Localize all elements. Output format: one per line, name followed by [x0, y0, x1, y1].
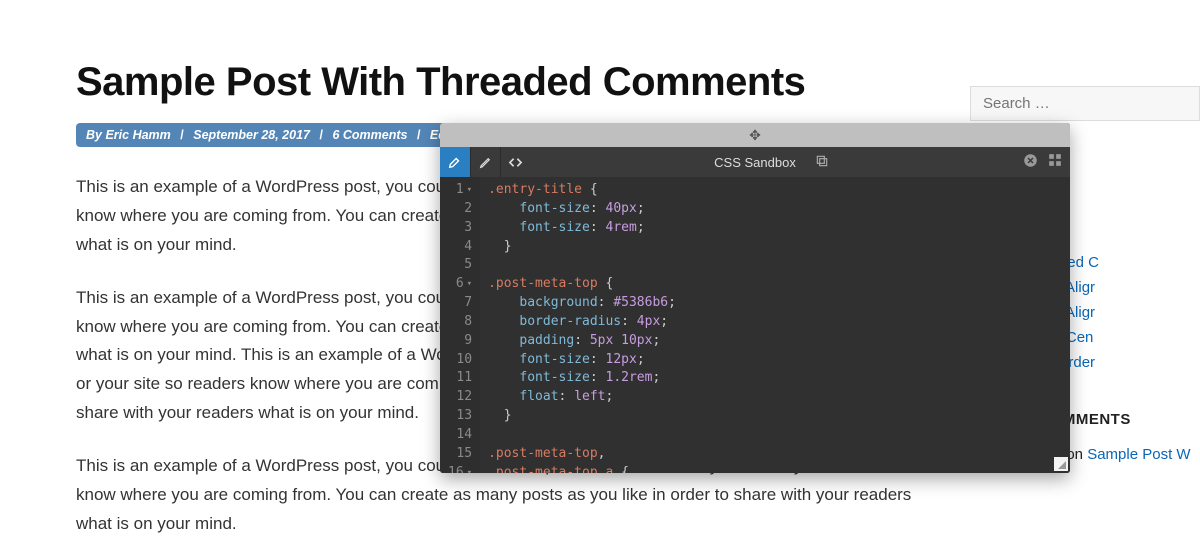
code-line[interactable]: .post-meta-top, — [488, 445, 1062, 464]
line-number: 13 — [448, 407, 472, 426]
line-number: 3 — [448, 219, 472, 238]
line-number: 6▾ — [448, 275, 472, 294]
code-line[interactable]: font-size: 1.2rem; — [488, 369, 1062, 388]
code-tool-button[interactable] — [500, 147, 530, 177]
pencil-icon — [479, 156, 492, 169]
pencil-tool-button[interactable] — [470, 147, 500, 177]
fold-icon[interactable]: ▾ — [467, 467, 472, 473]
meta-separator: / — [319, 128, 322, 142]
line-number: 2 — [448, 200, 472, 219]
post-title: Sample Post With Threaded Comments — [76, 60, 946, 105]
brush-tool-button[interactable] — [440, 147, 470, 177]
meta-separator: / — [180, 128, 183, 142]
code-line[interactable]: .post-meta-top a { — [488, 464, 1062, 473]
code-line[interactable]: .post-meta-top { — [488, 275, 1062, 294]
line-number: 10 — [448, 351, 472, 370]
code-editor[interactable]: 1▾23456▾78910111213141516▾1718 .entry-ti… — [440, 177, 1070, 473]
line-gutter: 1▾23456▾78910111213141516▾1718 — [440, 177, 480, 473]
code-line[interactable] — [488, 256, 1062, 275]
move-icon: ✥ — [749, 127, 761, 144]
line-number: 14 — [448, 426, 472, 445]
code-line[interactable]: } — [488, 238, 1062, 257]
code-area[interactable]: .entry-title { font-size: 40px; font-siz… — [480, 177, 1070, 473]
brush-icon — [448, 155, 462, 169]
line-number: 9 — [448, 332, 472, 351]
code-line[interactable]: background: #5386b6; — [488, 294, 1062, 313]
comment-post-link[interactable]: Sample Post W — [1087, 446, 1190, 463]
copy-icon[interactable] — [815, 154, 829, 171]
meta-author-link[interactable]: Eric Hamm — [105, 128, 170, 142]
line-number: 15 — [448, 445, 472, 464]
expand-icon[interactable] — [1048, 153, 1062, 172]
code-line[interactable]: .entry-title { — [488, 181, 1062, 200]
line-number: 7 — [448, 294, 472, 313]
fold-icon[interactable]: ▾ — [467, 184, 472, 197]
post-meta: By Eric Hamm / September 28, 2017 / 6 Co… — [76, 123, 464, 147]
meta-comments-link[interactable]: 6 Comments — [332, 128, 407, 142]
line-number: 5 — [448, 256, 472, 275]
search-input[interactable] — [970, 86, 1200, 121]
code-line[interactable]: border-radius: 4px; — [488, 313, 1062, 332]
meta-separator: / — [417, 128, 420, 142]
fold-icon[interactable]: ▾ — [467, 278, 472, 291]
code-line[interactable]: font-size: 12px; — [488, 351, 1062, 370]
line-number: 11 — [448, 369, 472, 388]
close-icon[interactable] — [1023, 153, 1038, 172]
code-line[interactable]: } — [488, 407, 1062, 426]
meta-date-link[interactable]: September 28, 2017 — [193, 128, 310, 142]
resize-handle[interactable] — [1054, 457, 1068, 471]
sandbox-drag-bar[interactable]: ✥ — [440, 123, 1070, 147]
line-number: 16▾ — [448, 464, 472, 473]
meta-by-prefix: By — [86, 128, 102, 142]
code-icon — [508, 155, 523, 170]
code-line[interactable]: float: left; — [488, 388, 1062, 407]
code-line[interactable]: padding: 5px 10px; — [488, 332, 1062, 351]
code-line[interactable]: font-size: 4rem; — [488, 219, 1062, 238]
code-line[interactable]: font-size: 40px; — [488, 200, 1062, 219]
sandbox-toolbar: CSS Sandbox — [440, 147, 1070, 177]
line-number: 1▾ — [448, 181, 472, 200]
line-number: 8 — [448, 313, 472, 332]
code-line[interactable] — [488, 426, 1062, 445]
sandbox-title: CSS Sandbox — [714, 155, 796, 170]
css-sandbox-panel[interactable]: ✥ CSS Sandbox — [440, 123, 1070, 473]
line-number: 12 — [448, 388, 472, 407]
line-number: 4 — [448, 238, 472, 257]
